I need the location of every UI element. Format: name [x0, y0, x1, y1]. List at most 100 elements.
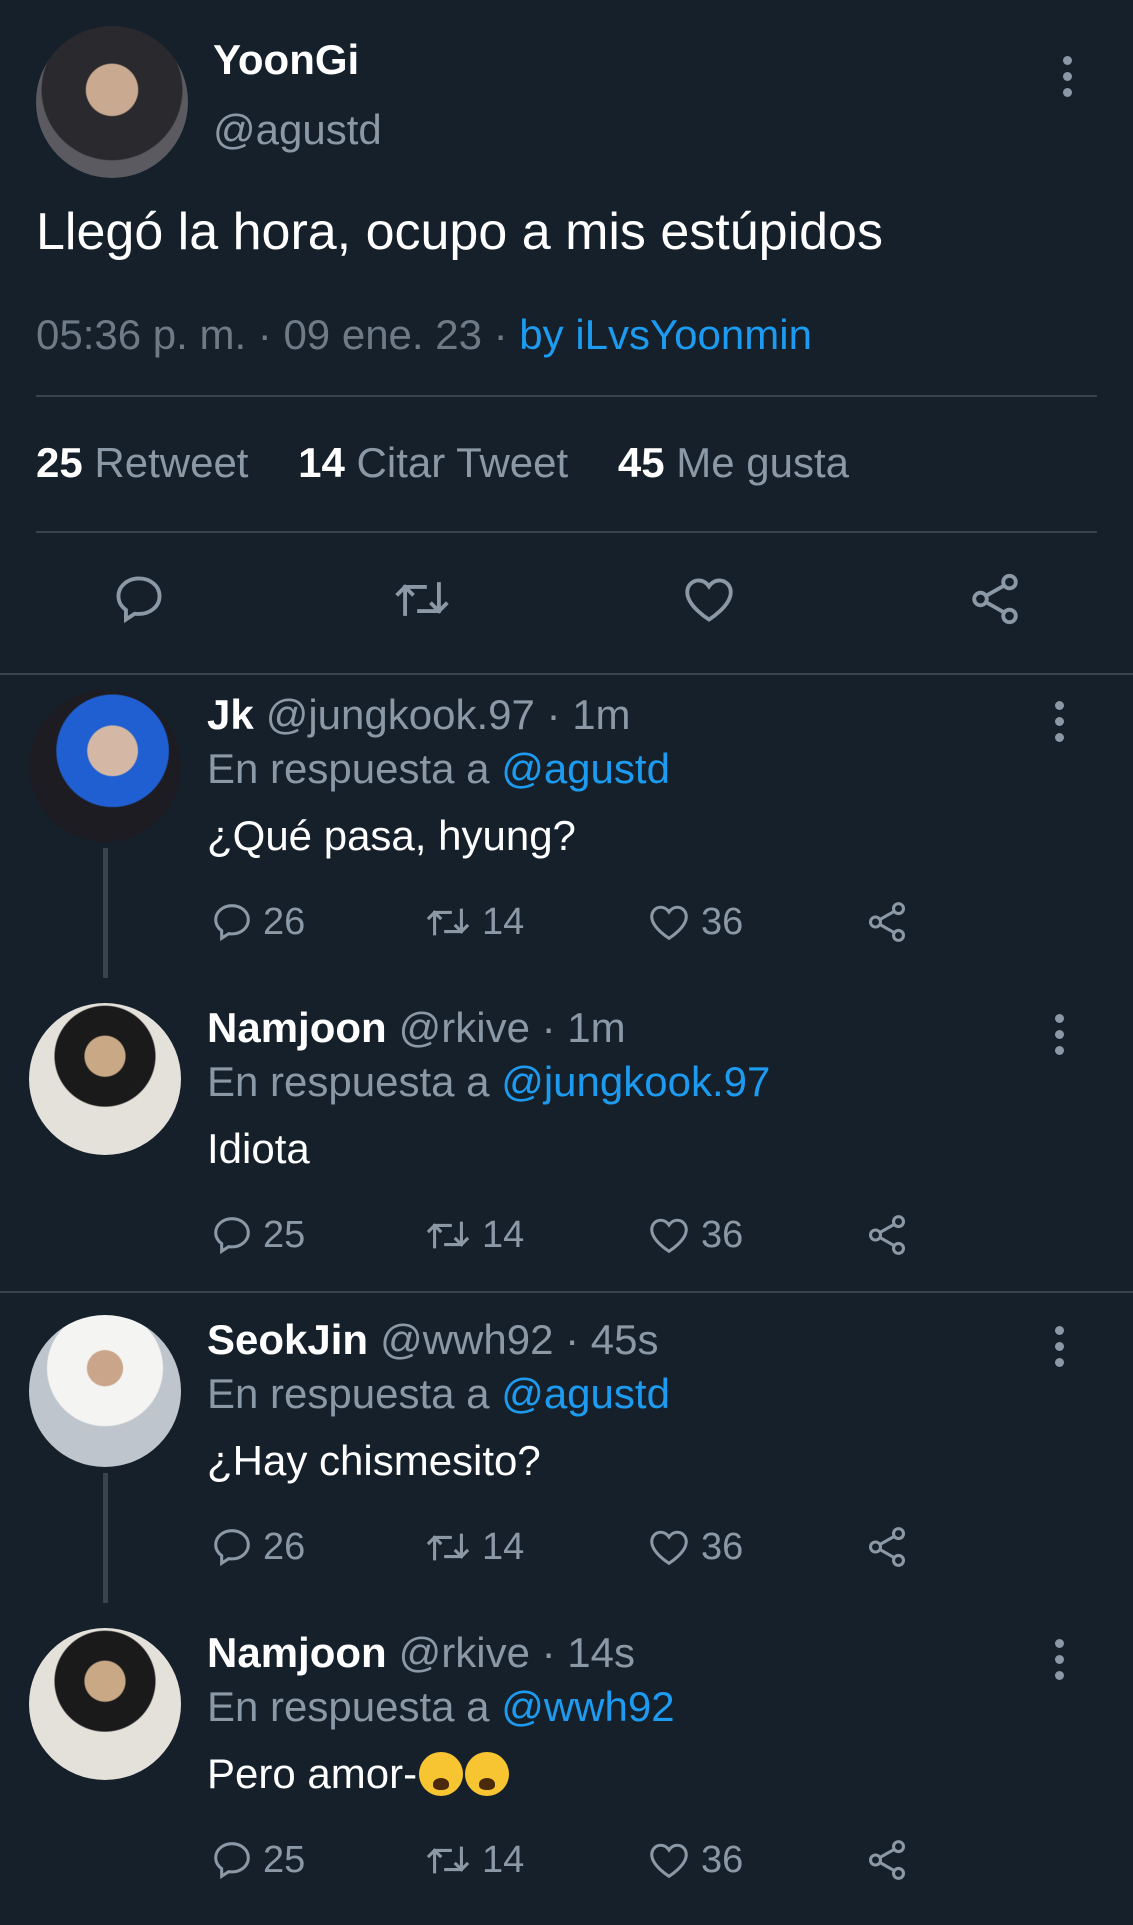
author-name[interactable]: SeokJin — [207, 1316, 368, 1363]
like-button[interactable]: 36 — [645, 899, 743, 945]
reply-tweet[interactable]: Namjoon @rkive · 1m En respuesta a @jungk… — [0, 988, 1133, 1300]
retweet-button[interactable]: 14 — [422, 1212, 524, 1258]
reply-tweet[interactable]: SeokJin @wwh92 · 45s En respuesta a @agus… — [0, 1300, 1133, 1612]
like-icon[interactable] — [679, 570, 739, 628]
retweet-label[interactable]: Retweet — [94, 439, 248, 486]
more-options-icon[interactable] — [1053, 701, 1065, 742]
author-handle[interactable]: @rkive — [399, 1004, 530, 1051]
reply-time: · 1m — [546, 691, 631, 738]
reply-count: 25 — [263, 1213, 306, 1256]
more-options-icon[interactable] — [1053, 1639, 1065, 1680]
replying-to-handle[interactable]: @agustd — [501, 1370, 670, 1417]
tweet-action-bar — [0, 570, 1133, 640]
like-button[interactable]: 36 — [645, 1837, 743, 1883]
reply-button[interactable]: 26 — [209, 1524, 305, 1570]
like-icon — [645, 899, 701, 945]
reply-header: Namjoon @rkive · 14s — [207, 1629, 635, 1677]
share-icon[interactable] — [864, 1212, 918, 1258]
retweet-icon[interactable] — [390, 570, 454, 628]
author-handle[interactable]: @rkive — [399, 1629, 530, 1676]
loudly-crying-face-icon — [419, 1752, 464, 1796]
like-count: 36 — [701, 1525, 744, 1568]
author-name[interactable]: Namjoon — [207, 1629, 387, 1676]
like-button[interactable]: 36 — [645, 1524, 743, 1570]
replying-to: En respuesta a @agustd — [207, 1370, 670, 1418]
like-count: 36 — [701, 1213, 744, 1256]
reply-text: ¿Hay chismesito? — [207, 1437, 541, 1484]
author-handle[interactable]: @agustd — [213, 106, 382, 154]
retweet-count: 14 — [482, 1525, 525, 1568]
retweet-icon — [422, 1524, 482, 1570]
reply-time: · 1m — [541, 1004, 626, 1051]
reply-icon — [209, 1212, 263, 1258]
reply-icon[interactable] — [110, 570, 168, 628]
more-options-icon[interactable] — [1053, 1014, 1065, 1055]
replying-to-label: En respuesta a — [207, 1370, 502, 1417]
retweet-button[interactable]: 14 — [422, 1524, 524, 1570]
reply-header: SeokJin @wwh92 · 45s — [207, 1316, 659, 1364]
tweet-time: 05:36 p. m. · 09 ene. 23 · — [36, 311, 520, 358]
replying-to-handle[interactable]: @wwh92 — [501, 1683, 674, 1730]
reply-count: 26 — [263, 900, 306, 943]
more-options-icon[interactable] — [1061, 56, 1073, 97]
reply-text: Pero amor- — [207, 1750, 510, 1798]
tweet-timestamp: 05:36 p. m. · 09 ene. 23 · by iLvsYoonmi… — [36, 311, 812, 359]
tweet-source-link[interactable]: by iLvsYoonmin — [519, 311, 812, 358]
avatar[interactable] — [29, 1003, 181, 1155]
retweet-button[interactable]: 14 — [422, 1837, 524, 1883]
author-handle[interactable]: @jungkook.97 — [266, 691, 535, 738]
retweet-count: 14 — [482, 900, 525, 943]
like-count: 36 — [701, 900, 744, 943]
replying-to-label: En respuesta a — [207, 1683, 502, 1730]
author-name[interactable]: Namjoon — [207, 1004, 387, 1051]
avatar[interactable] — [29, 1628, 181, 1780]
reply-button[interactable]: 25 — [209, 1837, 305, 1883]
reply-tweet[interactable]: Jk @jungkook.97 · 1m En respuesta a @agus… — [0, 675, 1133, 987]
share-icon[interactable] — [864, 1524, 918, 1570]
share-icon[interactable] — [966, 570, 1024, 628]
like-button[interactable]: 36 — [645, 1212, 743, 1258]
retweet-icon — [422, 1837, 482, 1883]
reply-action-bar: 26 14 36 — [0, 1524, 1133, 1574]
reply-action-bar: 25 14 36 — [0, 1837, 1133, 1887]
reply-header: Namjoon @rkive · 1m — [207, 1004, 626, 1052]
like-label[interactable]: Me gusta — [676, 439, 849, 486]
reply-time: · 45s — [565, 1316, 659, 1363]
reply-icon — [209, 1837, 263, 1883]
retweet-button[interactable]: 14 — [422, 899, 524, 945]
reply-action-bar: 25 14 36 — [0, 1212, 1133, 1262]
avatar[interactable] — [36, 26, 188, 178]
author-name[interactable]: YoonGi — [213, 36, 359, 84]
tweet-stats: 25 Retweet 14 Citar Tweet 45 Me gusta — [36, 439, 887, 487]
reply-action-bar: 26 14 36 — [0, 899, 1133, 949]
reply-count: 26 — [263, 1525, 306, 1568]
reply-icon — [209, 899, 263, 945]
replying-to-label: En respuesta a — [207, 1058, 502, 1105]
reply-button[interactable]: 26 — [209, 899, 305, 945]
reply-text-content: Pero amor- — [207, 1750, 418, 1797]
avatar[interactable] — [29, 690, 181, 842]
replying-to-handle[interactable]: @agustd — [501, 745, 670, 792]
quote-label[interactable]: Citar Tweet — [357, 439, 569, 486]
retweet-icon — [422, 1212, 482, 1258]
reply-button[interactable]: 25 — [209, 1212, 305, 1258]
share-icon[interactable] — [864, 1837, 918, 1883]
quote-count[interactable]: 14 — [298, 439, 345, 486]
share-icon[interactable] — [864, 899, 918, 945]
more-options-icon[interactable] — [1053, 1326, 1065, 1367]
retweet-count[interactable]: 25 — [36, 439, 83, 486]
author-name[interactable]: Jk — [207, 691, 254, 738]
replying-to: En respuesta a @wwh92 — [207, 1683, 675, 1731]
retweet-count: 14 — [482, 1213, 525, 1256]
author-handle[interactable]: @wwh92 — [380, 1316, 553, 1363]
like-count[interactable]: 45 — [618, 439, 665, 486]
tweet-detail-page: YoonGi @agustd Llegó la hora, ocupo a mi… — [0, 0, 1133, 1920]
like-icon — [645, 1524, 701, 1570]
tweet-text: Llegó la hora, ocupo a mis estúpidos — [36, 203, 883, 261]
like-icon — [645, 1212, 701, 1258]
reply-text: ¿Qué pasa, hyung? — [207, 812, 576, 859]
replying-to-handle[interactable]: @jungkook.97 — [501, 1058, 770, 1105]
avatar[interactable] — [29, 1315, 181, 1467]
reply-tweet[interactable]: Namjoon @rkive · 14s En respuesta a @wwh9… — [0, 1613, 1133, 1925]
like-icon — [645, 1837, 701, 1883]
